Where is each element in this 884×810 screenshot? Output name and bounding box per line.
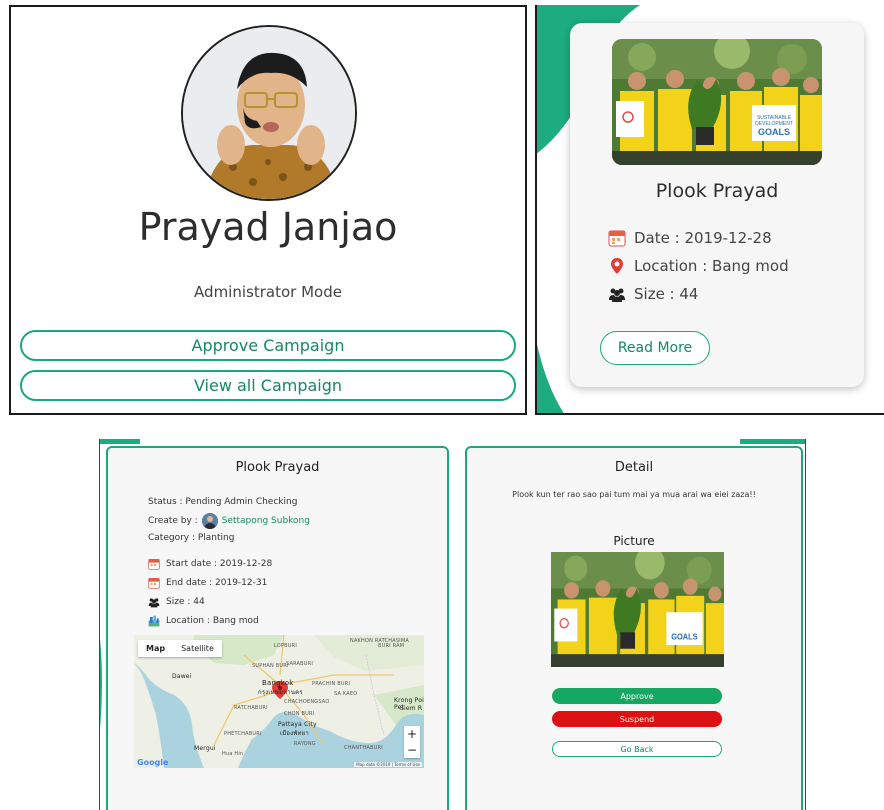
map-label-hua-hin: Hua Hin: [222, 751, 244, 757]
approve-campaign-button[interactable]: Approve Campaign: [20, 330, 516, 361]
map-label-rayong: RAYONG: [294, 741, 316, 747]
creator-avatar: [201, 513, 218, 529]
map-type-map-tab[interactable]: Map: [138, 640, 173, 657]
approve-button[interactable]: Approve: [552, 688, 722, 704]
campaign-info-card: Plook Prayad Status : Pending Admin Chec…: [106, 446, 449, 810]
map-type-control: Map Satellite: [138, 640, 222, 657]
size-text: Size : 44: [166, 597, 205, 607]
map-label-lopburi: LOPBURI: [274, 643, 297, 649]
campaign-card: SUSTAINABLE DEVELOPMENT GOALS Plook Pray…: [570, 23, 864, 387]
create-by-label: Create by :: [148, 516, 198, 526]
profile-mode: Administrator Mode: [194, 283, 342, 301]
campaign-info-title: Plook Prayad: [235, 460, 320, 475]
start-date-row: Start date : 2019-12-28: [148, 558, 272, 570]
map-label-pattaya: Pattaya City: [278, 721, 317, 728]
map-type-satellite-tab[interactable]: Satellite: [173, 640, 222, 657]
svg-text:GOALS: GOALS: [671, 632, 697, 641]
users-icon: [608, 285, 626, 303]
campaign-review-panel: Plook Prayad Status : Pending Admin Chec…: [99, 439, 806, 810]
size-row: Size : 44: [148, 596, 205, 608]
map-label-chanthaburi: CHANTHABURI: [344, 745, 383, 751]
end-date-row: End date : 2019-12-31: [148, 577, 267, 589]
campaign-title: Plook Prayad: [655, 180, 779, 202]
location-text: Location : Bang mod: [166, 616, 259, 626]
detail-title: Detail: [614, 460, 654, 475]
suspend-button[interactable]: Suspend: [552, 711, 722, 727]
location-map[interactable]: NAKHON RATCHASIMA LOPBURI BURI RAM SUPHA…: [134, 635, 424, 768]
campaign-photo: SUSTAINABLE DEVELOPMENT GOALS: [612, 39, 822, 165]
status-text: Status : Pending Admin Checking: [148, 497, 298, 507]
map-label-chachoengsao: CHACHOENGSAO: [284, 699, 330, 705]
calendar-icon: [608, 229, 626, 247]
creator-row: Create by : Settapong Subkong: [148, 513, 310, 529]
campaign-detail-card: Detail Plook kun ter rao sao pai tum mai…: [465, 446, 803, 810]
map-icon: [148, 615, 160, 627]
map-label-bangkok-th: กรุงเทพมหานคร: [258, 689, 303, 696]
view-all-campaign-button[interactable]: View all Campaign: [20, 370, 516, 401]
campaign-picture: GOALS: [551, 552, 724, 667]
map-label-sakaeo: SA KAEO: [334, 691, 358, 697]
zoom-control: + −: [404, 726, 420, 758]
google-logo: Google: [137, 758, 169, 767]
calendar-icon: [148, 577, 160, 589]
end-date: End date : 2019-12-31: [166, 578, 268, 588]
map-attribution[interactable]: Map data ©2019 | Terms of Use: [354, 762, 422, 767]
group-photo: GOALS: [551, 552, 724, 667]
category-text: Category : Planting: [148, 533, 235, 543]
zoom-out-button[interactable]: −: [404, 742, 420, 758]
map-label-suphan: SUPHAN BURI: [252, 663, 289, 669]
campaign-size: Size : 44: [634, 285, 699, 303]
start-date: Start date : 2019-12-28: [166, 559, 273, 569]
profile-avatar: [181, 25, 357, 201]
svg-text:GOALS: GOALS: [758, 127, 790, 137]
zoom-in-button[interactable]: +: [404, 726, 420, 742]
read-more-button[interactable]: Read More: [600, 331, 710, 365]
profile-name: Prayad Janjao: [138, 205, 398, 249]
go-back-button[interactable]: Go Back: [552, 741, 722, 757]
profile-photo: [183, 27, 355, 199]
map-label-phetchaburi: PHETCHABURI: [224, 731, 262, 737]
location-row: Location : Bang mod: [148, 615, 259, 627]
calendar-icon: [148, 558, 160, 570]
map-label-chonburi: CHON BURI: [284, 711, 315, 717]
detail-description: Plook kun ter rao sao pai tum mai ya mua…: [512, 490, 756, 499]
map-label-mergui: Mergui: [194, 745, 216, 752]
map-label-dawei: Dawei: [172, 673, 192, 680]
location-pin-icon: [608, 257, 626, 275]
map-label-ratchaburi: RATCHABURI: [234, 705, 268, 711]
profile-panel: Prayad Janjao Administrator Mode Approve…: [9, 5, 527, 415]
map-label-buriram: BURI RAM: [378, 643, 405, 649]
map-label-pattaya-th: เมืองพัทยา: [280, 730, 309, 737]
picture-title: Picture: [613, 534, 655, 548]
map-label-prachin: PRACHIN BURI: [312, 681, 351, 687]
campaign-size-row: Size : 44: [608, 285, 698, 303]
map-label-saraburi: SARABURI: [286, 661, 314, 667]
campaign-card-panel: SUSTAINABLE DEVELOPMENT GOALS Plook Pray…: [535, 5, 884, 415]
group-photo: SUSTAINABLE DEVELOPMENT GOALS: [612, 39, 822, 165]
campaign-date-row: Date : 2019-12-28: [608, 229, 772, 247]
users-icon: [148, 596, 160, 608]
campaign-location-row: Location : Bang mod: [608, 257, 789, 275]
campaign-location: Location : Bang mod: [634, 257, 789, 275]
map-label-bangkok: Bangkok: [262, 679, 294, 687]
creator-link[interactable]: Settapong Subkong: [222, 516, 310, 526]
map-label-siem: Siem R: [400, 705, 423, 712]
campaign-date: Date : 2019-12-28: [634, 229, 772, 247]
